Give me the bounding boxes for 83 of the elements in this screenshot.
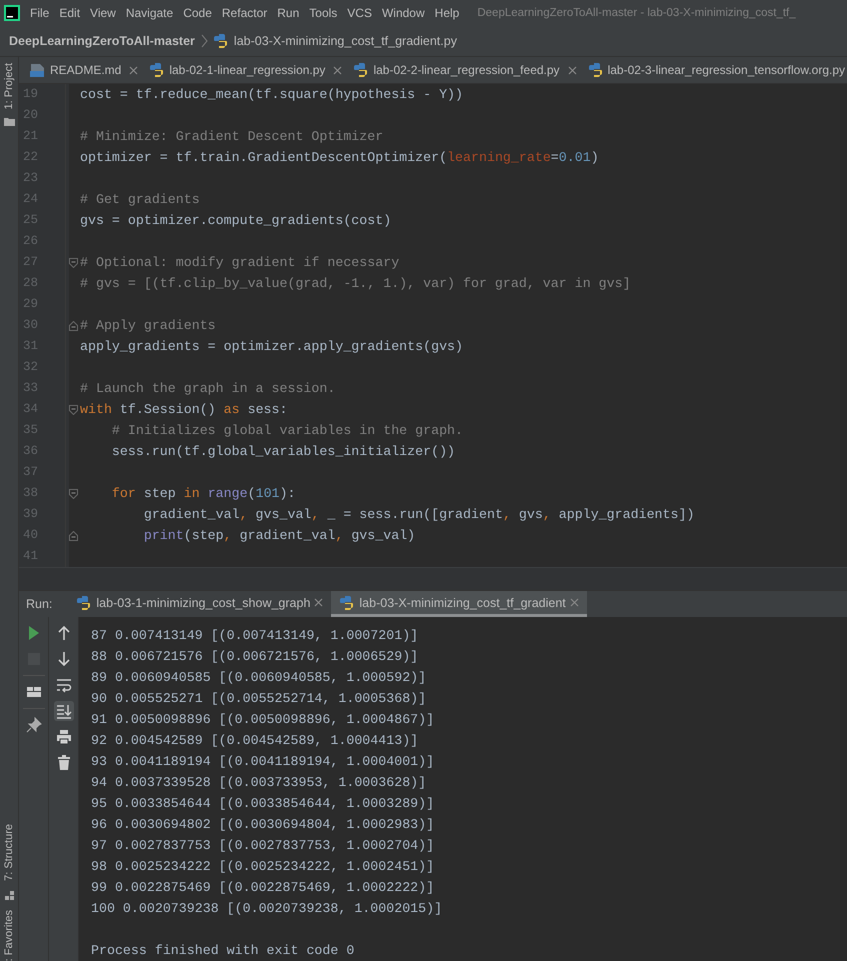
console-line: 97 0.0027837753 [(0.0027837753, 1.0002704)] <box>91 837 436 855</box>
code-line: # gvs = [(tf.clip_by_value(grad, -1., 1.), var) for grad, var in gvs] <box>80 276 631 291</box>
code-line: # Minimize: Gradient Descent Optimizer <box>80 129 384 144</box>
breadcrumb-item[interactable]: lab-03-X-minimizing_cost_tf_gradient.py <box>234 34 457 48</box>
python-file-icon <box>353 62 370 78</box>
menu-item[interactable]: Navigate <box>126 6 174 20</box>
console-line: 88 0.006721576 [(0.006721576, 1.0006529)] <box>91 648 420 666</box>
console-line: 94 0.0037339528 [(0.003733953, 1.0003628)] <box>91 774 428 792</box>
trash-icon[interactable] <box>56 755 72 771</box>
menu-item[interactable]: Tools <box>309 6 338 20</box>
code-line: # Get gradients <box>80 192 200 207</box>
layout-icon[interactable] <box>26 684 42 700</box>
menu-item[interactable]: File <box>30 6 50 20</box>
editor-tab[interactable]: lab-02-3-linear_regression_tensorflow.org.py <box>582 57 847 83</box>
close-icon[interactable] <box>568 66 577 74</box>
console-line: 100 0.0020739238 [(0.0020739238, 1.0002015)] <box>91 900 444 918</box>
python-icon <box>76 594 92 610</box>
python-icon <box>339 594 356 610</box>
close-icon[interactable] <box>333 66 342 74</box>
editor-tab[interactable]: README.md <box>25 57 144 83</box>
menu-item[interactable]: Window <box>382 6 425 20</box>
code-line: with tf.Session() as sess: <box>80 402 288 417</box>
markdown-file-icon <box>30 62 46 78</box>
code-line: apply_gradients = optimizer.apply_gradients(gvs) <box>80 339 464 354</box>
fold-icon[interactable] <box>68 530 78 540</box>
code-line: sess.run(tf.global_variables_initializer()) <box>110 444 456 459</box>
fold-icon[interactable] <box>68 320 78 330</box>
tool-window-tab[interactable]: 7: Structure <box>3 824 15 881</box>
console-line: 99 0.0022875469 [(0.0022875469, 1.0002222)] <box>91 879 436 897</box>
fold-icon[interactable] <box>68 258 78 268</box>
menu-item[interactable]: View <box>90 6 116 20</box>
printer-icon[interactable] <box>56 729 72 745</box>
console-line: 90 0.005525271 [(0.0055252714, 1.0005368)] <box>91 690 428 708</box>
console-line: 98 0.0025234222 [(0.0025234222, 1.0002451)] <box>91 858 436 876</box>
close-icon[interactable] <box>314 598 324 607</box>
code-line: cost = tf.reduce_mean(tf.square(hypothesis - Y)) <box>80 87 464 102</box>
up-arrow-icon[interactable] <box>56 625 72 641</box>
tool-window-tab[interactable]: : Favorites <box>3 910 15 961</box>
app-logo-icon <box>4 4 20 20</box>
panel-title: Run: <box>25 597 54 611</box>
console-line: Process finished with exit code 0 <box>91 942 356 960</box>
console-line: 91 0.0050098896 [(0.0050098896, 1.0004867)] <box>91 711 436 729</box>
code-line: # Optional: modify gradient if necessary <box>80 255 400 270</box>
folder-icon <box>4 117 14 126</box>
console-line: 87 0.007413149 [(0.007413149, 1.0007201)] <box>91 627 420 645</box>
pin-icon[interactable] <box>26 717 42 733</box>
code-line: gvs = optimizer.compute_gradients(cost) <box>80 213 392 228</box>
close-icon[interactable] <box>129 66 138 74</box>
structure-icon <box>4 890 14 900</box>
menu-item[interactable]: Help <box>434 6 460 20</box>
down-arrow-icon[interactable] <box>56 651 72 667</box>
menu-item[interactable]: Run <box>277 6 300 20</box>
chevron-icon <box>200 34 208 48</box>
console-line: 92 0.004542589 [(0.004542589, 1.0004413)] <box>91 732 420 750</box>
close-icon[interactable] <box>570 598 579 607</box>
soft-wrap-icon[interactable] <box>56 677 72 693</box>
run-tab[interactable]: lab-03-1-minimizing_cost_show_graph <box>68 591 332 617</box>
console-line: 95 0.0033854644 [(0.0033854644, 1.0003289)] <box>91 795 436 813</box>
window-title: DeepLearningZeroToAll-master - lab-03-X-minimizing_cost_tf_ <box>477 6 796 18</box>
code-line: print(step, gradient_val, gvs_val) <box>142 528 416 543</box>
console-line: 96 0.0030694802 [(0.0030694804, 1.0002983)] <box>91 816 436 834</box>
menu-item[interactable]: Refactor <box>222 6 268 20</box>
python-file-icon <box>588 62 604 78</box>
editor-tab[interactable]: lab-02-2-linear_regression_feed.py <box>348 57 583 83</box>
python-file-icon <box>212 32 229 48</box>
tool-window-tab[interactable]: 1: Project <box>3 63 15 110</box>
menu-item[interactable]: Code <box>183 6 212 20</box>
editor-tab[interactable]: lab-02-1-linear_regression.py <box>144 57 348 83</box>
code-line: optimizer = tf.train.GradientDescentOptimizer(learning_rate=0.01) <box>80 150 599 165</box>
console-line: 93 0.0041189194 [(0.0041189194, 1.0004001)] <box>91 753 436 771</box>
console-line: 89 0.0060940585 [(0.0060940585, 1.000592)] <box>91 669 428 687</box>
fold-icon[interactable] <box>68 488 78 498</box>
breadcrumb-item[interactable]: DeepLearningZeroToAll-master <box>9 34 195 48</box>
run-tab[interactable]: lab-03-X-minimizing_cost_tf_gradient <box>331 591 587 617</box>
code-line: # Apply gradients <box>80 318 216 333</box>
code-line: gradient_val, gvs_val, _ = sess.run([gradient, gvs, apply_gradients]) <box>142 507 694 522</box>
code-line: # Launch the graph in a session. <box>80 381 336 396</box>
menu-item[interactable]: Edit <box>59 6 80 20</box>
code-line: # Initializes global variables in the graph. <box>110 423 464 438</box>
python-file-icon <box>149 62 166 78</box>
menu-item[interactable]: VCS <box>347 6 372 20</box>
fold-icon[interactable] <box>68 404 78 414</box>
code-line: for step in range(101): <box>110 486 296 501</box>
